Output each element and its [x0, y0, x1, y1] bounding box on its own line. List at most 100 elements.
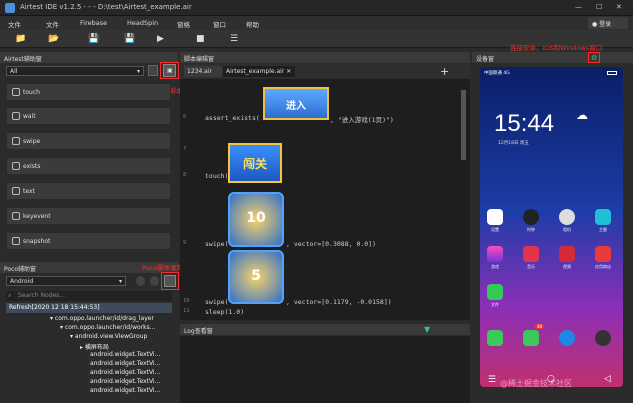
code-line: swipe(	[205, 298, 229, 306]
airtest-selector[interactable]: All ▾	[6, 66, 144, 76]
tree-node[interactable]: ▾ com.oppo.launcher/id/works...	[60, 324, 156, 331]
device-annotation: 连接安卓、iOS和Windows窗口	[510, 44, 603, 52]
weather-icon: ☁	[576, 108, 588, 122]
poco-lock-button[interactable]	[136, 276, 145, 286]
status-bar-carrier: 中国联通 4G	[484, 71, 510, 76]
tree-node[interactable]: ▸ 横屏布局	[80, 342, 109, 351]
api-swipe[interactable]: swipe	[6, 132, 171, 150]
template-image-label: 进入	[286, 101, 306, 112]
menu-panes[interactable]: 窗格	[177, 19, 190, 29]
poco-inspect-button[interactable]	[150, 276, 159, 286]
tree-node[interactable]: ▾ com.oppo.launcher/id/drag_layer	[50, 315, 154, 322]
tree-node-label: android.widget.TextVi...	[90, 378, 161, 385]
template-image[interactable]: 5	[228, 250, 284, 304]
exists-icon	[12, 162, 20, 170]
menu-headspin[interactable]: HeadSpin	[127, 19, 158, 27]
app-video-icon[interactable]	[559, 246, 575, 262]
template-image[interactable]: 进入	[263, 87, 329, 120]
template-image-label: 闯关	[242, 157, 267, 171]
save-icon[interactable]: 💾	[88, 34, 99, 44]
maximize-button[interactable]: ☐	[596, 3, 602, 11]
poco-selector[interactable]: Android ▾	[6, 276, 126, 286]
code-line: assert_exists(	[205, 114, 260, 122]
api-exists-label: exists	[23, 163, 41, 170]
app-files-icon[interactable]	[487, 284, 503, 300]
open-folder-icon[interactable]: 📂	[48, 34, 59, 44]
tree-node[interactable]: android.widget.TextVi...	[90, 369, 160, 376]
menu-edit[interactable]: 文件	[46, 19, 59, 29]
log-area[interactable]	[180, 336, 470, 403]
template-image-label: 5	[251, 268, 261, 284]
app-theme-icon[interactable]	[595, 209, 611, 225]
app-game-icon[interactable]	[487, 246, 503, 262]
wait-icon	[12, 112, 20, 120]
app-camera-icon[interactable]	[559, 209, 575, 225]
editor-scrollbar[interactable]	[461, 90, 466, 160]
menu-help[interactable]: 帮助	[246, 19, 259, 29]
line-number: 8	[183, 172, 187, 178]
notification-badge: 48	[535, 324, 545, 329]
poco-refresh-row[interactable]: Refresh[2020 12 18 15:44:53]	[6, 303, 172, 313]
nav-menu-button[interactable]: ☰	[488, 375, 496, 385]
tree-node[interactable]: ▾ android.view.ViewGroup	[70, 333, 147, 340]
api-snapshot-label: snapshot	[23, 238, 51, 245]
line-number: 11	[183, 308, 190, 314]
save-all-icon[interactable]: 💾	[124, 34, 135, 44]
api-snapshot[interactable]: snapshot	[6, 232, 171, 250]
minimize-button[interactable]: —	[575, 3, 582, 11]
device-panel-header: 设备窗	[472, 52, 633, 63]
report-icon[interactable]: ☰	[230, 34, 238, 44]
device-menu-highlight	[588, 52, 600, 63]
api-exists[interactable]: exists	[6, 157, 171, 175]
menu-file[interactable]: 文件	[8, 19, 21, 29]
add-tab-icon[interactable]: +	[440, 65, 449, 78]
dock-messages-icon[interactable]	[523, 330, 539, 346]
tree-node[interactable]: android.widget.TextVi...	[90, 351, 160, 358]
app-clock-icon[interactable]	[523, 209, 539, 225]
tree-node[interactable]: android.widget.TextVi...	[90, 387, 160, 394]
api-wait-label: wait	[23, 113, 36, 120]
keyevent-icon	[12, 212, 20, 220]
nav-back-button[interactable]: ◁	[604, 374, 611, 384]
menu-window[interactable]: 窗口	[213, 19, 226, 29]
tree-node[interactable]: android.widget.TextVi...	[90, 360, 160, 367]
close-button[interactable]: ✕	[616, 3, 622, 11]
dock-camera-icon[interactable]	[595, 330, 611, 346]
tree-node[interactable]: android.widget.TextVi...	[90, 378, 160, 385]
dock-browser-icon[interactable]	[559, 330, 575, 346]
text-icon	[12, 187, 20, 195]
new-file-icon[interactable]: 📁	[15, 34, 26, 44]
dock-phone-icon[interactable]	[487, 330, 503, 346]
api-touch-label: touch	[23, 89, 40, 96]
close-icon[interactable]: ✕	[286, 68, 291, 75]
poco-selector-value: Android	[10, 278, 34, 285]
editor-tab-label: 1234.air	[187, 68, 212, 75]
template-image[interactable]: 闯关	[228, 143, 282, 183]
stop-icon[interactable]: ■	[196, 34, 205, 44]
run-icon[interactable]: ▶	[157, 34, 164, 44]
airtest-settings-button[interactable]	[148, 65, 158, 76]
tree-node-label: com.oppo.launcher/id/drag_layer	[54, 315, 154, 322]
api-text[interactable]: text	[6, 182, 171, 200]
template-image[interactable]: 10	[228, 192, 284, 247]
airtest-record-highlight	[160, 62, 179, 79]
login-label: 登录	[599, 21, 612, 28]
window-title: Airtest IDE v1.2.5 - - - D:\test\Airtest…	[20, 3, 192, 11]
app-music-icon[interactable]	[523, 246, 539, 262]
app-settings-icon[interactable]	[487, 209, 503, 225]
filter-icon[interactable]: ▼	[424, 325, 430, 334]
app-label: 应用商店	[595, 264, 611, 269]
api-keyevent[interactable]: keyevent	[6, 207, 171, 225]
api-touch[interactable]: touch	[6, 83, 171, 101]
tree-node-label: com.oppo.launcher/id/works...	[64, 324, 156, 331]
api-wait[interactable]: wait	[6, 107, 171, 125]
poco-search-input[interactable]: ⌕ Search Nodes...	[6, 291, 172, 301]
editor-tab[interactable]: 1234.air	[184, 66, 222, 77]
line-number: 9	[183, 240, 187, 246]
editor-tab-active[interactable]: Airtest_example.air ✕	[223, 66, 295, 77]
poco-search-placeholder: Search Nodes...	[18, 292, 66, 299]
menu-firebase[interactable]: Firebase	[80, 19, 107, 27]
app-store-icon[interactable]	[595, 246, 611, 262]
login-button[interactable]: ● 登录	[588, 17, 628, 29]
menu-bar: 文件 文件 Firebase HeadSpin 窗格 窗口 帮助 ● 登录	[0, 16, 633, 30]
